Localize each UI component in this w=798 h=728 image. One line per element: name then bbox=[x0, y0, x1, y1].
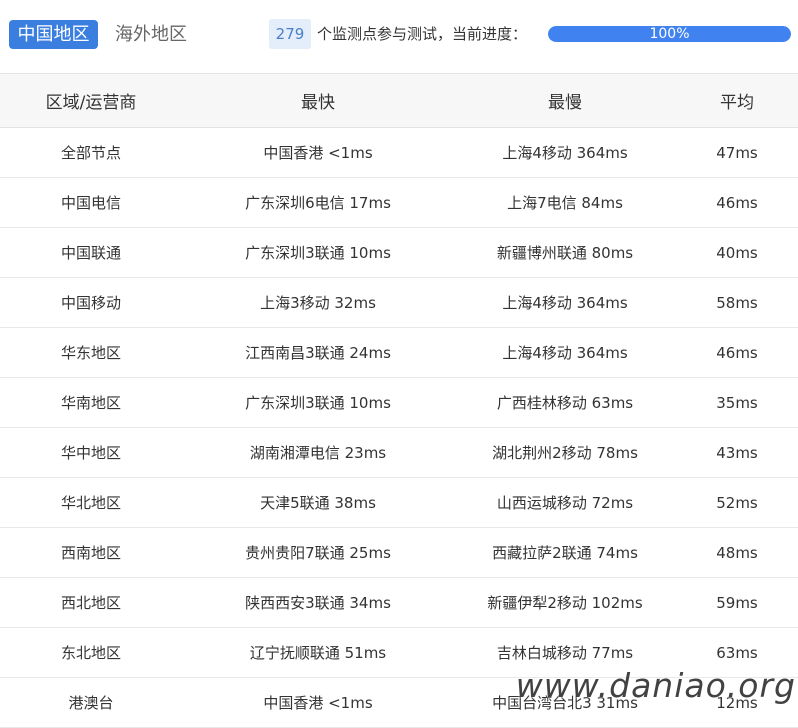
header-average: 平均 bbox=[676, 73, 798, 128]
cell-fastest: 江西南昌3联通 24ms bbox=[182, 327, 454, 378]
table-row: 中国电信 广东深圳6电信 17ms 上海7电信 84ms 46ms bbox=[0, 177, 798, 228]
cell-fastest: 贵州贵阳7联通 25ms bbox=[182, 527, 454, 578]
table-body: 全部节点 中国香港 <1ms 上海4移动 364ms 47ms 中国电信 广东深圳6电信 … bbox=[0, 127, 798, 728]
cell-slowest: 吉林白城移动 77ms bbox=[454, 627, 676, 678]
header-slowest: 最慢 bbox=[454, 73, 676, 128]
table-row: 中国联通 广东深圳3联通 10ms 新疆博州联通 80ms 40ms bbox=[0, 227, 798, 278]
cell-average: 52ms bbox=[676, 477, 798, 528]
cell-slowest: 新疆伊犁2移动 102ms bbox=[454, 577, 676, 628]
progress-percent: 100% bbox=[649, 26, 690, 42]
cell-fastest: 中国香港 <1ms bbox=[182, 127, 454, 178]
cell-average: 35ms bbox=[676, 377, 798, 428]
cell-average: 59ms bbox=[676, 577, 798, 628]
cell-average: 46ms bbox=[676, 177, 798, 228]
cell-region: 中国电信 bbox=[0, 177, 182, 228]
cell-region: 中国移动 bbox=[0, 277, 182, 328]
cell-slowest: 广西桂林移动 63ms bbox=[454, 377, 676, 428]
header-fastest: 最快 bbox=[182, 73, 454, 128]
cell-average: 48ms bbox=[676, 527, 798, 578]
cell-region: 华东地区 bbox=[0, 327, 182, 378]
table-header-row: 区域/运营商 最快 最慢 平均 bbox=[0, 73, 798, 128]
latency-table: 区域/运营商 最快 最慢 平均 全部节点 中国香港 <1ms 上海4移动 364ms… bbox=[0, 73, 798, 728]
cell-fastest: 广东深圳3联通 10ms bbox=[182, 227, 454, 278]
cell-slowest: 上海7电信 84ms bbox=[454, 177, 676, 228]
cell-fastest: 上海3移动 32ms bbox=[182, 277, 454, 328]
progress-bar: 100% bbox=[548, 26, 791, 42]
cell-average: 63ms bbox=[676, 627, 798, 678]
cell-fastest: 中国香港 <1ms bbox=[182, 677, 454, 728]
cell-slowest: 上海4移动 364ms bbox=[454, 127, 676, 178]
cell-average: 46ms bbox=[676, 327, 798, 378]
table-row: 中国移动 上海3移动 32ms 上海4移动 364ms 58ms bbox=[0, 277, 798, 328]
table-row: 华中地区 湖南湘潭电信 23ms 湖北荆州2移动 78ms 43ms bbox=[0, 427, 798, 478]
cell-slowest: 上海4移动 364ms bbox=[454, 327, 676, 378]
top-bar: 中国地区 海外地区 279 个监测点参与测试，当前进度： 100% bbox=[0, 0, 798, 72]
cell-average: 58ms bbox=[676, 277, 798, 328]
cell-region: 华中地区 bbox=[0, 427, 182, 478]
cell-fastest: 广东深圳6电信 17ms bbox=[182, 177, 454, 228]
cell-region: 中国联通 bbox=[0, 227, 182, 278]
table-row: 华南地区 广东深圳3联通 10ms 广西桂林移动 63ms 35ms bbox=[0, 377, 798, 428]
cell-fastest: 湖南湘潭电信 23ms bbox=[182, 427, 454, 478]
cell-slowest: 中国台湾台北3 31ms bbox=[454, 677, 676, 728]
table-row: 西南地区 贵州贵阳7联通 25ms 西藏拉萨2联通 74ms 48ms bbox=[0, 527, 798, 578]
cell-region: 东北地区 bbox=[0, 627, 182, 678]
cell-fastest: 辽宁抚顺联通 51ms bbox=[182, 627, 454, 678]
cell-slowest: 湖北荆州2移动 78ms bbox=[454, 427, 676, 478]
table-row: 西北地区 陕西西安3联通 34ms 新疆伊犁2移动 102ms 59ms bbox=[0, 577, 798, 628]
table-row: 东北地区 辽宁抚顺联通 51ms 吉林白城移动 77ms 63ms bbox=[0, 627, 798, 678]
table-row: 华北地区 天津5联通 38ms 山西运城移动 72ms 52ms bbox=[0, 477, 798, 528]
tab-china-region[interactable]: 中国地区 bbox=[9, 20, 98, 49]
cell-fastest: 天津5联通 38ms bbox=[182, 477, 454, 528]
header-region: 区域/运营商 bbox=[0, 73, 182, 128]
cell-slowest: 新疆博州联通 80ms bbox=[454, 227, 676, 278]
table-row: 全部节点 中国香港 <1ms 上海4移动 364ms 47ms bbox=[0, 127, 798, 178]
tab-overseas-region[interactable]: 海外地区 bbox=[115, 20, 187, 49]
progress-label: 个监测点参与测试，当前进度： bbox=[317, 25, 528, 43]
table-row: 华东地区 江西南昌3联通 24ms 上海4移动 364ms 46ms bbox=[0, 327, 798, 378]
monitor-count-badge: 279 bbox=[269, 19, 311, 49]
cell-region: 全部节点 bbox=[0, 127, 182, 178]
cell-region: 港澳台 bbox=[0, 677, 182, 728]
cell-average: 12ms bbox=[676, 677, 798, 728]
cell-average: 47ms bbox=[676, 127, 798, 178]
cell-region: 华南地区 bbox=[0, 377, 182, 428]
cell-average: 43ms bbox=[676, 427, 798, 478]
cell-fastest: 广东深圳3联通 10ms bbox=[182, 377, 454, 428]
cell-slowest: 上海4移动 364ms bbox=[454, 277, 676, 328]
cell-fastest: 陕西西安3联通 34ms bbox=[182, 577, 454, 628]
cell-region: 西北地区 bbox=[0, 577, 182, 628]
cell-region: 西南地区 bbox=[0, 527, 182, 578]
table-row: 港澳台 中国香港 <1ms 中国台湾台北3 31ms 12ms bbox=[0, 677, 798, 728]
cell-average: 40ms bbox=[676, 227, 798, 278]
cell-region: 华北地区 bbox=[0, 477, 182, 528]
cell-slowest: 西藏拉萨2联通 74ms bbox=[454, 527, 676, 578]
cell-slowest: 山西运城移动 72ms bbox=[454, 477, 676, 528]
